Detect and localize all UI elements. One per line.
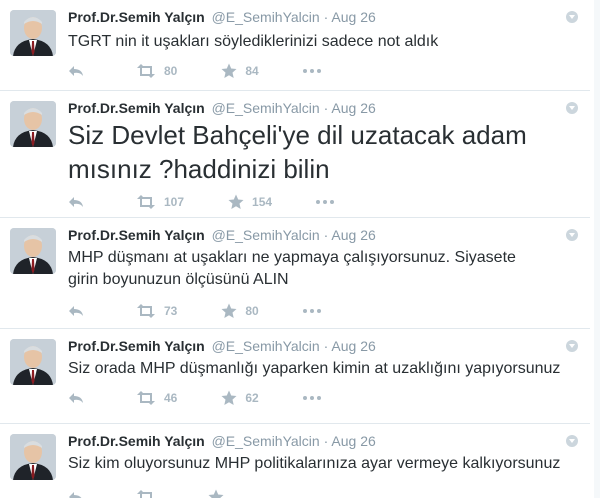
more-icon[interactable]: [302, 69, 321, 73]
avatar-image: [10, 434, 56, 480]
retweet-icon: [137, 490, 152, 498]
caret-down-icon[interactable]: [566, 229, 578, 241]
tweet: Prof.Dr.Semih Yalçın @E_SemihYalcin · Au…: [0, 218, 590, 329]
timestamp[interactable]: Aug 26: [331, 9, 375, 25]
favorite-count: 80: [245, 304, 259, 318]
favorite-button[interactable]: 84: [221, 63, 259, 79]
avatar-image: [10, 10, 56, 56]
star-icon: [221, 63, 237, 78]
favorite-button[interactable]: 62: [221, 390, 259, 406]
timestamp[interactable]: Aug 26: [331, 433, 375, 449]
favorite-button[interactable]: 154: [228, 194, 272, 210]
tweet-text: TGRT nin it uşakları söylediklerinizi sa…: [68, 33, 439, 50]
retweet-icon: [137, 304, 155, 318]
more-icon[interactable]: [302, 396, 321, 400]
reply-icon: [69, 492, 82, 498]
avatar[interactable]: [10, 10, 56, 56]
tweet-header: Prof.Dr.Semih Yalçın @E_SemihYalcin · Au…: [68, 99, 376, 117]
star-icon: [221, 390, 237, 405]
retweet-count: 80: [164, 64, 178, 78]
more-icon[interactable]: [302, 309, 321, 313]
avatar[interactable]: [10, 434, 56, 480]
caret-down-icon[interactable]: [566, 340, 578, 352]
author-name[interactable]: Prof.Dr.Semih Yalçın: [68, 9, 205, 25]
favorite-count: 62: [245, 391, 259, 405]
caret-down-icon[interactable]: [566, 11, 578, 23]
author-handle[interactable]: @E_SemihYalcin: [212, 433, 320, 449]
tweet-text: Siz kim oluyorsunuz MHP politikalarınıza…: [68, 455, 561, 472]
author-name[interactable]: Prof.Dr.Semih Yalçın: [68, 100, 205, 116]
reply-icon: [69, 306, 83, 316]
reply-button[interactable]: [68, 490, 92, 498]
tweet-actions: 46 62: [68, 389, 321, 407]
tweet-actions: [68, 488, 276, 498]
retweet-button[interactable]: 46: [136, 391, 177, 405]
tweet-text: Siz Devlet Bahçeli'ye dil uzatacak adam …: [68, 120, 527, 184]
tweet-text: Siz orada MHP düşmanlığı yaparken kimin …: [68, 360, 561, 377]
caret-down-icon[interactable]: [566, 435, 578, 447]
tweet-header: Prof.Dr.Semih Yalçın @E_SemihYalcin · Au…: [68, 432, 376, 450]
author-handle[interactable]: @E_SemihYalcin: [212, 338, 320, 354]
avatar[interactable]: [10, 339, 56, 385]
tweet-feed: Prof.Dr.Semih Yalçın @E_SemihYalcin · Au…: [0, 0, 600, 498]
more-icon[interactable]: [316, 200, 335, 204]
author-name[interactable]: Prof.Dr.Semih Yalçın: [68, 227, 205, 243]
reply-icon: [69, 393, 83, 403]
favorite-count: 154: [252, 195, 273, 209]
retweet-count: 107: [164, 195, 185, 209]
reply-button[interactable]: [68, 304, 92, 318]
separator: ·: [323, 433, 329, 449]
tweet-header: Prof.Dr.Semih Yalçın @E_SemihYalcin · Au…: [68, 226, 376, 244]
scrollbar[interactable]: [594, 0, 600, 498]
author-name[interactable]: Prof.Dr.Semih Yalçın: [68, 433, 205, 449]
tweet-header: Prof.Dr.Semih Yalçın @E_SemihYalcin · Au…: [68, 8, 376, 26]
avatar-image: [10, 228, 56, 274]
retweet-icon: [137, 195, 155, 209]
avatar[interactable]: [10, 228, 56, 274]
tweet-actions: 73 80: [68, 302, 321, 320]
star-icon: [208, 489, 224, 498]
tweet-actions: 80 84: [68, 62, 321, 80]
separator: ·: [323, 9, 329, 25]
timestamp[interactable]: Aug 26: [331, 100, 375, 116]
retweet-icon: [137, 64, 155, 78]
reply-button[interactable]: [68, 391, 92, 405]
star-icon: [221, 303, 237, 318]
author-name[interactable]: Prof.Dr.Semih Yalçın: [68, 338, 205, 354]
author-handle[interactable]: @E_SemihYalcin: [212, 227, 320, 243]
reply-button[interactable]: [68, 195, 92, 209]
retweet-button[interactable]: 73: [136, 304, 177, 318]
author-handle[interactable]: @E_SemihYalcin: [212, 100, 320, 116]
timestamp[interactable]: Aug 26: [331, 227, 375, 243]
caret-down-icon[interactable]: [566, 102, 578, 114]
retweet-icon: [137, 391, 155, 405]
avatar[interactable]: [10, 101, 56, 147]
favorite-count: 84: [245, 64, 259, 78]
retweet-button[interactable]: [136, 490, 164, 498]
reply-icon: [69, 66, 83, 76]
reply-icon: [69, 197, 83, 207]
tweet-actions: 107 154: [68, 193, 335, 211]
tweet: Prof.Dr.Semih Yalçın @E_SemihYalcin · Au…: [0, 0, 590, 91]
retweet-button[interactable]: 80: [136, 64, 177, 78]
reply-button[interactable]: [68, 64, 92, 78]
tweet: Prof.Dr.Semih Yalçın @E_SemihYalcin · Au…: [0, 424, 590, 498]
tweet: Prof.Dr.Semih Yalçın @E_SemihYalcin · Au…: [0, 91, 590, 218]
separator: ·: [323, 338, 329, 354]
avatar-image: [10, 339, 56, 385]
separator: ·: [323, 100, 329, 116]
tweet-text: MHP düşmanı at uşakları ne yapmaya çalış…: [68, 249, 516, 288]
retweet-button[interactable]: 107: [136, 195, 184, 209]
retweet-count: 73: [164, 304, 178, 318]
avatar-image: [10, 101, 56, 147]
favorite-button[interactable]: 80: [221, 303, 259, 319]
tweet-header: Prof.Dr.Semih Yalçın @E_SemihYalcin · Au…: [68, 337, 376, 355]
favorite-button[interactable]: [208, 489, 232, 498]
star-icon: [228, 194, 244, 209]
retweet-count: 46: [164, 391, 178, 405]
timestamp[interactable]: Aug 26: [331, 338, 375, 354]
separator: ·: [323, 227, 329, 243]
tweet: Prof.Dr.Semih Yalçın @E_SemihYalcin · Au…: [0, 329, 590, 424]
author-handle[interactable]: @E_SemihYalcin: [212, 9, 320, 25]
